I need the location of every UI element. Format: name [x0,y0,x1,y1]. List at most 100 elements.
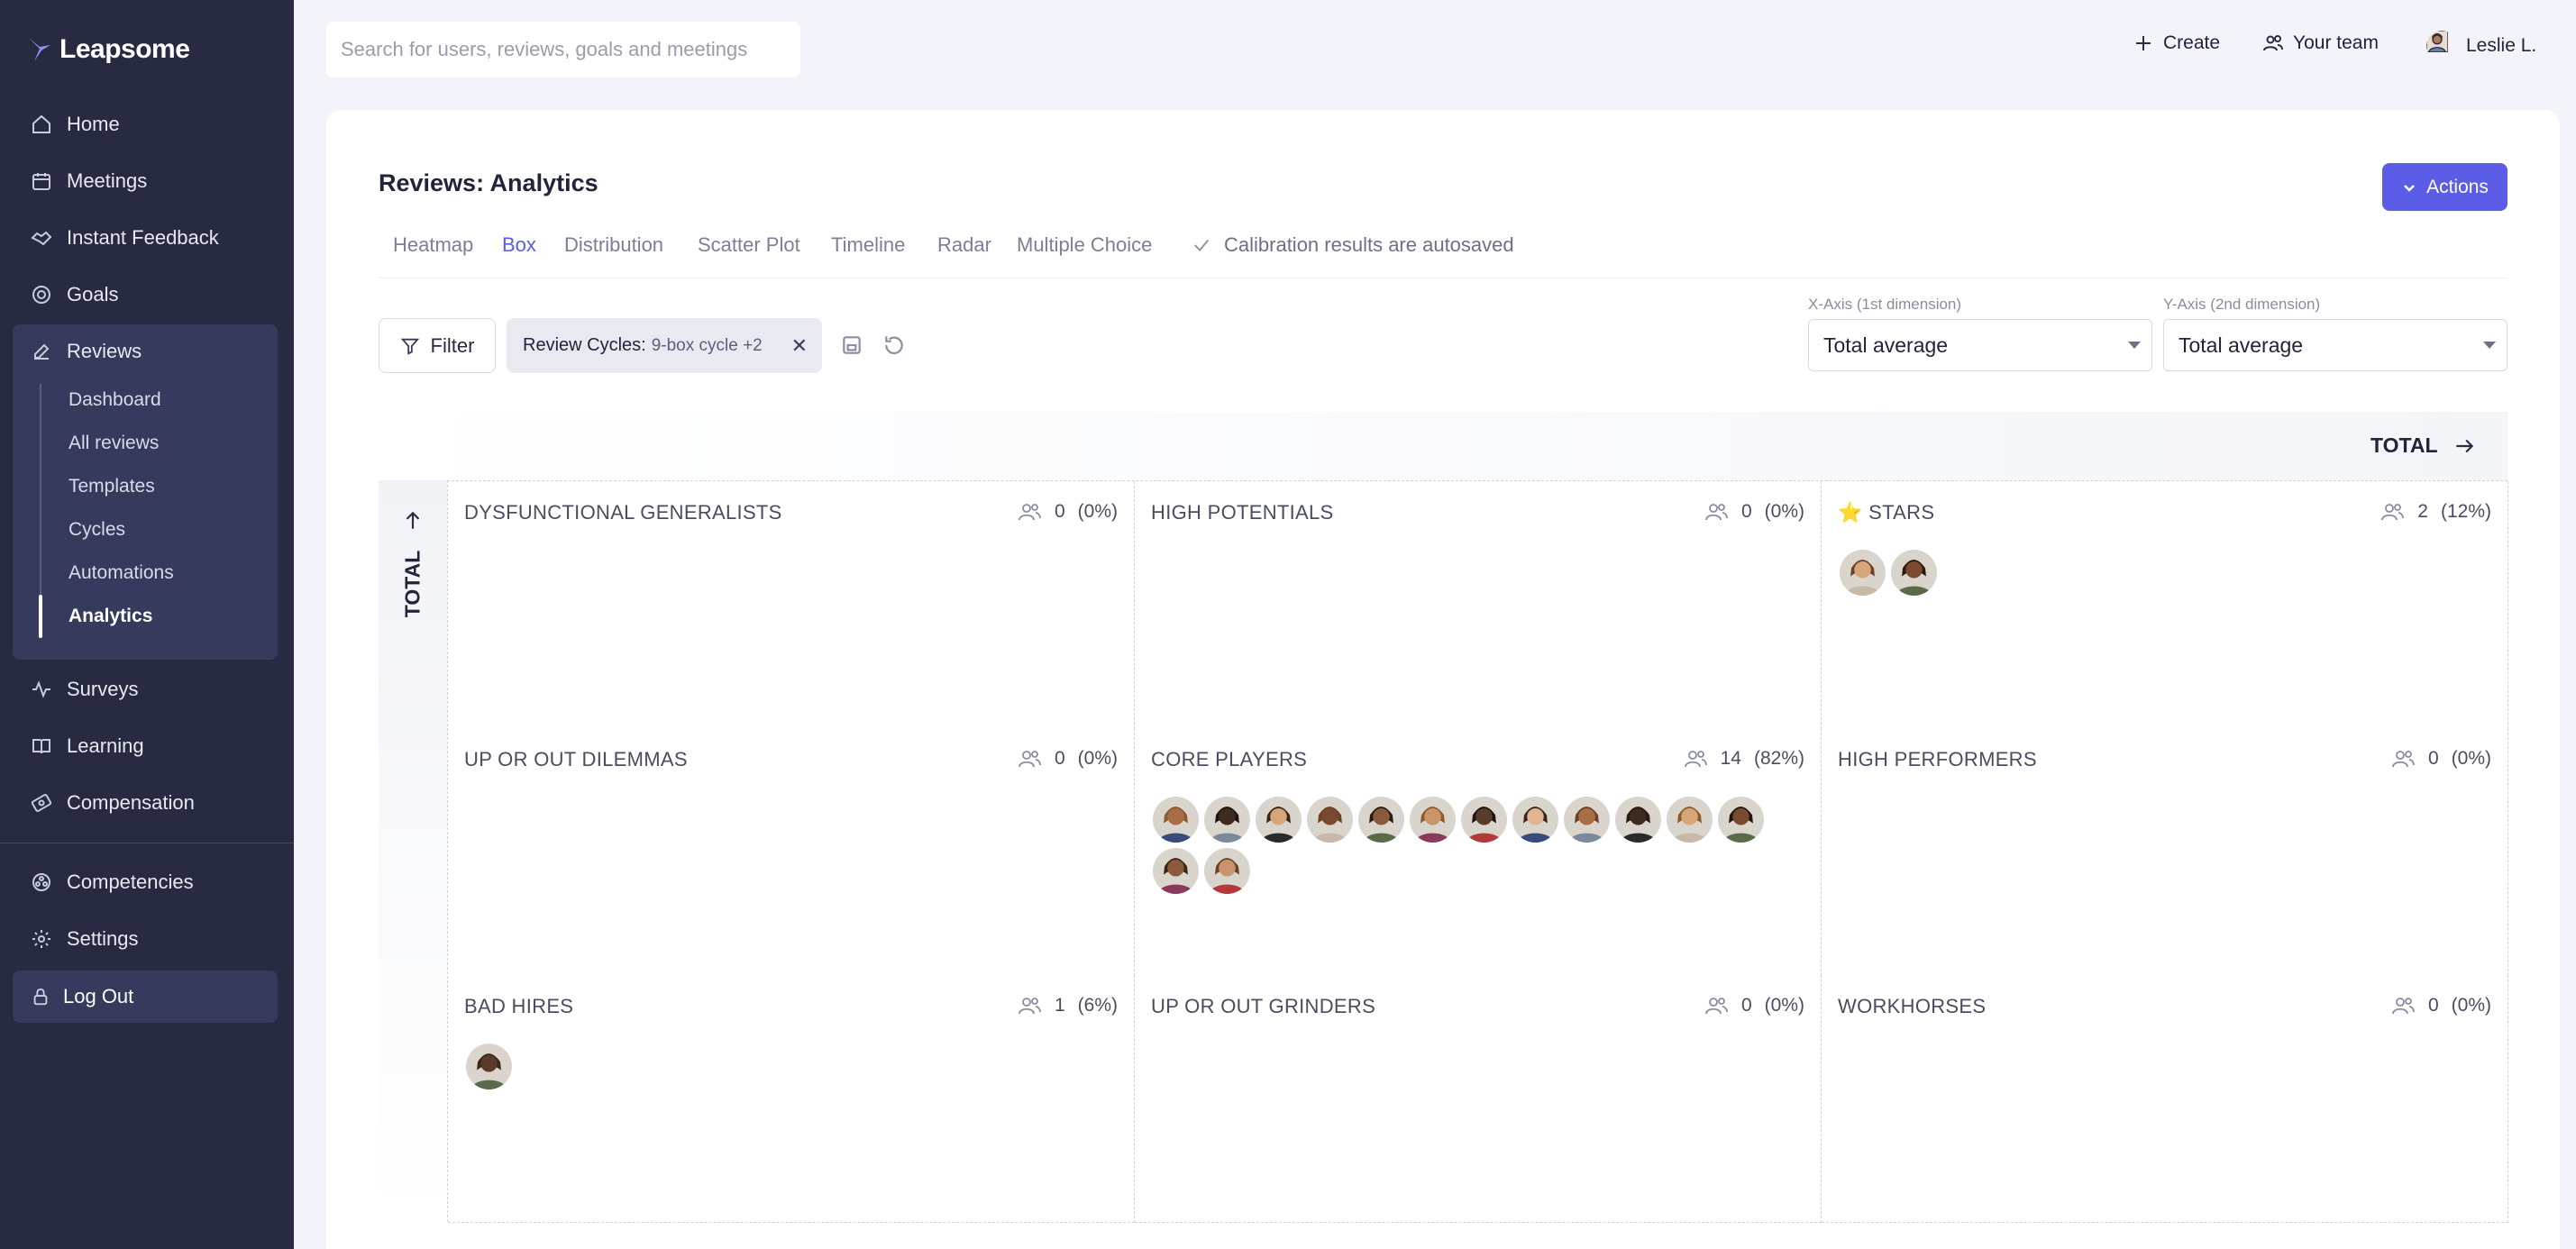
sub-item-all-reviews[interactable]: All reviews [69,433,159,454]
box-cell: CORE PLAYERS 14 (82%) [1135,728,1822,976]
chip-remove-icon[interactable]: ✕ [791,334,808,358]
sidebar-item-surveys[interactable]: Surveys [31,671,138,707]
avatar-list [1838,548,2469,597]
x-total-bar [379,412,2507,480]
box-count: 0 (0%) [2390,995,2491,1017]
nine-box-grid: DYSFUNCTIONAL GENERALISTS 0 (0%) HIGH POTEN… [447,480,2508,1223]
box-cell: UP OR OUT GRINDERS 0 (0%) [1135,975,1822,1223]
sidebar-item-settings[interactable]: Settings [31,921,139,957]
arrow-right-icon [2455,439,2473,452]
sidebar-item-reviews[interactable]: Reviews [31,333,142,369]
logout-button[interactable]: Log Out [13,971,278,1023]
tab-multiple-choice[interactable]: Multiple Choice [1017,233,1152,257]
employee-avatar[interactable] [1511,795,1560,844]
tab-timeline[interactable]: Timeline [831,233,905,257]
user-menu[interactable]: Leslie L. [2426,31,2536,61]
employee-avatar[interactable] [1889,548,1939,597]
box-count-number: 14 [1720,748,1741,769]
actions-button[interactable]: Actions [2382,163,2507,211]
chip-label: Review Cycles: [523,335,646,355]
y-axis-label: Y-Axis (2nd dimension) [2163,296,2321,313]
employee-avatar[interactable] [1151,846,1201,896]
tab-heatmap[interactable]: Heatmap [393,233,473,257]
employee-avatar[interactable] [1202,795,1252,844]
box-title: DYSFUNCTIONAL GENERALISTS [464,501,782,524]
app-name: Leapsome [59,34,190,64]
your-team-button[interactable]: Your team [2262,32,2379,54]
employee-avatar[interactable] [1562,795,1612,844]
sidebar-item-meetings[interactable]: Meetings [31,163,147,199]
people-icon [1705,504,1728,521]
filter-button[interactable]: Filter [379,318,496,373]
sub-item-analytics[interactable]: Analytics [69,606,152,627]
book-icon [32,739,50,754]
user-avatar [2426,31,2457,61]
employee-avatar[interactable] [1716,795,1766,844]
tab-box[interactable]: Box [502,233,536,257]
employee-avatar[interactable] [1305,795,1355,844]
activity-icon [32,680,50,698]
check-icon [1194,239,1210,251]
employee-avatar[interactable] [1459,795,1509,844]
tab-distribution[interactable]: Distribution [564,233,663,257]
sub-item-cycles[interactable]: Cycles [69,519,125,541]
sidebar-item-competencies[interactable]: Competencies [31,864,194,900]
employee-avatar[interactable] [1254,795,1303,844]
people-icon [1705,998,1728,1015]
global-search[interactable] [326,22,800,77]
sidebar-item-home[interactable]: Home [31,106,120,142]
create-button[interactable]: Create [2133,32,2220,54]
box-title: UP OR OUT GRINDERS [1151,995,1376,1017]
box-title: WORKHORSES [1838,995,1987,1017]
leapsome-logo[interactable]: Leapsome [27,34,190,65]
sidebar-item-compensation[interactable]: Compensation [31,785,195,821]
sub-item-dashboard[interactable]: Dashboard [69,389,161,411]
refresh-icon [885,336,903,355]
money-icon [31,794,52,812]
employee-avatar[interactable] [1357,795,1406,844]
review-cycles-chip[interactable]: Review Cycles: 9-box cycle +2 ✕ [507,318,822,373]
sidebar-item-label: Goals [67,283,119,305]
sidebar-item-label: Competencies [67,871,194,893]
sub-item-templates[interactable]: Templates [69,476,155,497]
employee-avatar[interactable] [464,1042,514,1091]
box-count: 0 (0%) [1017,748,1118,770]
box-title: BAD HIRES [464,995,574,1017]
search-input[interactable] [341,38,800,61]
sidebar-item-label: Learning [67,734,144,757]
employee-avatar[interactable] [1613,795,1663,844]
sidebar-item-goals[interactable]: Goals [31,277,118,313]
box-count-number: 0 [1740,501,1752,522]
box-title: UP OR OUT DILEMMAS [464,748,688,770]
calendar-icon [32,173,50,190]
create-label: Create [2163,32,2221,53]
box-count: 0 (0%) [1017,501,1118,523]
user-name: Leslie L. [2466,35,2537,56]
sidebar-item-instant-feedback[interactable]: Instant Feedback [31,220,219,256]
employee-avatar[interactable] [1665,795,1714,844]
employee-avatar[interactable] [1408,795,1457,844]
employee-avatar[interactable] [1838,548,1887,597]
box-count-pct: (0%) [2451,995,2491,1016]
y-axis-select[interactable]: Total average [2163,319,2507,371]
sidebar-item-learning[interactable]: Learning [31,728,144,764]
autosave-text: Calibration results are autosaved [1224,233,1514,256]
save-filter-button[interactable] [840,333,863,357]
sub-item-automations[interactable]: Automations [69,562,174,584]
x-axis-select[interactable]: Total average [1808,319,2152,371]
people-icon [1019,998,1041,1015]
box-count: 14 (82%) [1683,748,1804,770]
tab-radar[interactable]: Radar [937,233,991,257]
y-axis-value: Total average [2179,333,2304,357]
reset-filter-button[interactable] [882,333,906,357]
people-icon [2392,998,2415,1015]
box-count-pct: (82%) [1753,748,1804,769]
box-count-pct: (0%) [1077,501,1118,522]
box-count-pct: (0%) [1077,748,1118,769]
y-axis-total-arrow [401,509,425,537]
employee-avatar[interactable] [1202,846,1252,896]
box-count-number: 2 [2417,501,2428,522]
employee-avatar[interactable] [1151,795,1201,844]
tab-scatter-plot[interactable]: Scatter Plot [698,233,800,257]
box-title: HIGH PERFORMERS [1838,748,2037,770]
